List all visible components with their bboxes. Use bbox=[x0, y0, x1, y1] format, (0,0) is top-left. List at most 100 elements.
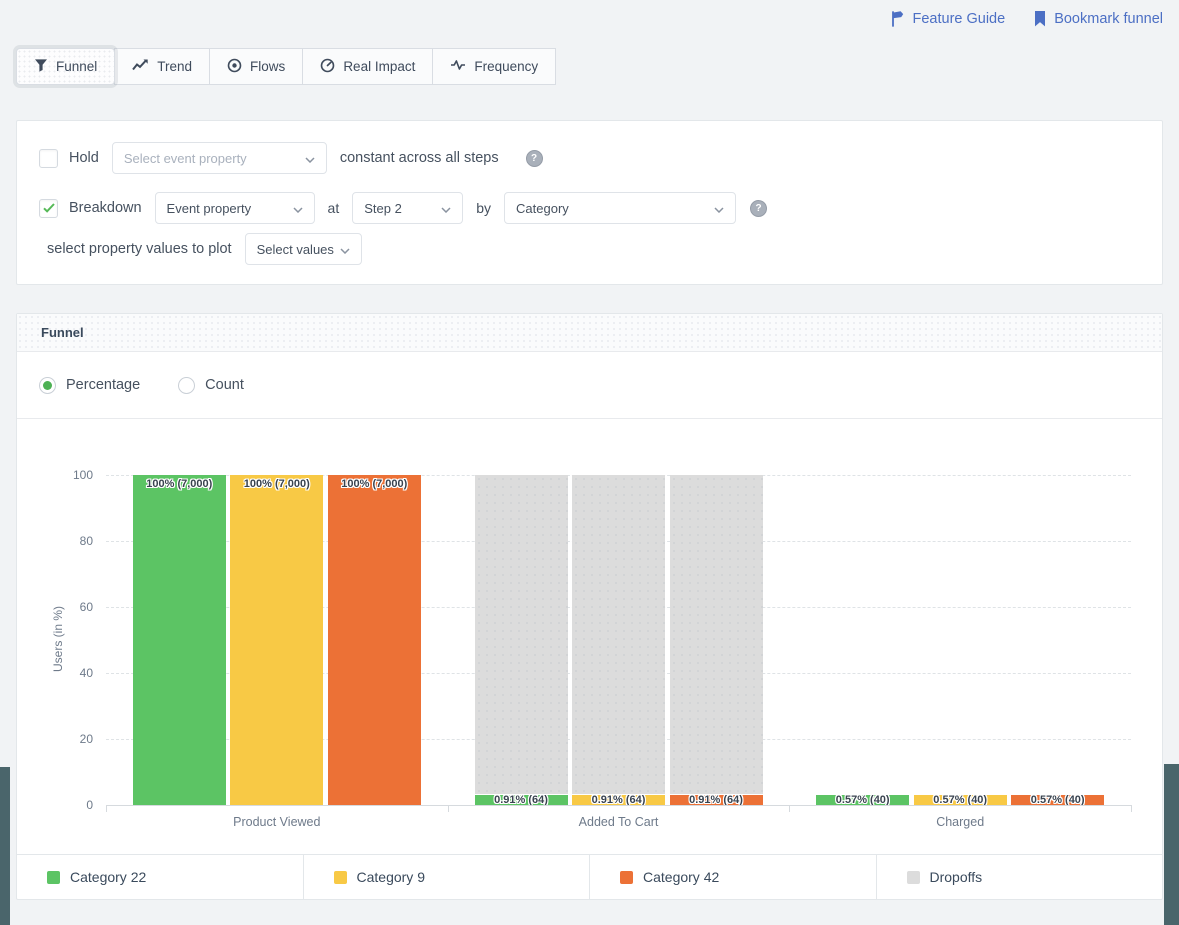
dropoff-bar[interactable] bbox=[475, 475, 568, 794]
legend-swatch bbox=[620, 871, 633, 884]
tab-label: Frequency bbox=[474, 59, 538, 74]
breakdown-step-value: Step 2 bbox=[364, 201, 402, 216]
percentage-radio-label: Percentage bbox=[66, 377, 140, 393]
pulse-icon bbox=[450, 58, 466, 75]
x-axis-label: Charged bbox=[840, 815, 1080, 829]
bar-category-22[interactable] bbox=[133, 475, 226, 805]
feature-guide-link[interactable]: Feature Guide bbox=[888, 10, 1005, 28]
x-axis-tick bbox=[448, 805, 449, 812]
legend-item-category-42[interactable]: Category 42 bbox=[590, 855, 877, 899]
select-values-label: select property values to plot bbox=[47, 241, 232, 257]
y-tick-label-40: 40 bbox=[51, 666, 93, 680]
breakdown-label: Breakdown bbox=[69, 200, 142, 216]
legend-label: Category 9 bbox=[357, 869, 425, 885]
bar-value-label: 100% (7,000) bbox=[133, 478, 226, 490]
chevron-down-icon bbox=[714, 201, 724, 216]
percentage-radio[interactable] bbox=[39, 377, 56, 394]
hold-checkbox[interactable] bbox=[39, 149, 58, 168]
bar-category-42[interactable] bbox=[328, 475, 421, 805]
chevron-down-icon bbox=[340, 242, 350, 257]
bar-category-9[interactable] bbox=[230, 475, 323, 805]
right-edge-strip bbox=[1164, 764, 1179, 925]
hold-property-placeholder: Select event property bbox=[124, 151, 247, 166]
panel-title: Funnel bbox=[17, 314, 1162, 352]
hold-row: Hold Select event property constant acro… bbox=[39, 142, 1162, 174]
dropoff-bar[interactable] bbox=[572, 475, 665, 794]
signpost-icon bbox=[888, 10, 905, 28]
trend-icon bbox=[132, 58, 149, 75]
display-mode-row: Percentage Count bbox=[17, 352, 1162, 419]
tab-label: Funnel bbox=[56, 59, 97, 74]
breakdown-property-dropdown[interactable]: Category bbox=[504, 192, 736, 224]
x-axis-line bbox=[106, 805, 1131, 806]
breakdown-type-value: Event property bbox=[167, 201, 252, 216]
tab-funnel[interactable]: Funnel bbox=[16, 48, 115, 85]
legend-label: Dropoffs bbox=[930, 869, 983, 885]
y-axis-title: Users (in %) bbox=[51, 579, 65, 699]
bookmark-funnel-label: Bookmark funnel bbox=[1054, 11, 1163, 27]
hold-property-dropdown[interactable]: Select event property bbox=[112, 142, 327, 174]
breakdown-help-icon[interactable]: ? bbox=[750, 200, 767, 217]
bar-value-label: 100% (7,000) bbox=[328, 478, 421, 490]
legend-swatch bbox=[47, 871, 60, 884]
funnel-icon bbox=[34, 58, 48, 75]
breakdown-by-label: by bbox=[476, 200, 491, 216]
gauge-icon bbox=[320, 58, 335, 76]
breakdown-step-dropdown[interactable]: Step 2 bbox=[352, 192, 463, 224]
breakdown-property-value: Category bbox=[516, 201, 569, 216]
breakdown-row: Breakdown Event property at Step 2 by Ca… bbox=[39, 192, 1162, 224]
hold-label: Hold bbox=[69, 150, 99, 166]
view-tabs: Funnel Trend Flows Real Impact Frequency bbox=[16, 48, 556, 85]
x-axis-tick bbox=[1131, 805, 1132, 812]
left-edge-strip bbox=[0, 767, 10, 925]
bookmark-funnel-link[interactable]: Bookmark funnel bbox=[1033, 10, 1163, 28]
select-values-value: Select values bbox=[257, 242, 334, 257]
chevron-down-icon bbox=[441, 201, 451, 216]
count-radio-option[interactable]: Count bbox=[178, 377, 244, 394]
tab-frequency[interactable]: Frequency bbox=[432, 48, 556, 85]
tab-trend[interactable]: Trend bbox=[114, 48, 210, 85]
legend-item-dropoffs[interactable]: Dropoffs bbox=[877, 855, 1163, 899]
bookmark-icon bbox=[1033, 10, 1047, 28]
x-axis-tick bbox=[789, 805, 790, 812]
legend-label: Category 22 bbox=[70, 869, 146, 885]
select-values-dropdown[interactable]: Select values bbox=[245, 233, 362, 265]
percentage-radio-option[interactable]: Percentage bbox=[39, 377, 140, 394]
feature-guide-label: Feature Guide bbox=[912, 11, 1005, 27]
legend-swatch bbox=[907, 871, 920, 884]
legend-swatch bbox=[334, 871, 347, 884]
header-links: Feature Guide Bookmark funnel bbox=[888, 10, 1163, 28]
y-tick-label-80: 80 bbox=[51, 534, 93, 548]
legend-item-category-9[interactable]: Category 9 bbox=[304, 855, 591, 899]
funnel-controls-panel: Hold Select event property constant acro… bbox=[16, 120, 1163, 285]
tab-flows[interactable]: Flows bbox=[209, 48, 303, 85]
y-tick-label-20: 20 bbox=[51, 732, 93, 746]
breakdown-at-label: at bbox=[328, 200, 340, 216]
hold-help-icon[interactable]: ? bbox=[526, 150, 543, 167]
tab-real-impact[interactable]: Real Impact bbox=[302, 48, 433, 85]
x-axis-label: Product Viewed bbox=[157, 815, 397, 829]
select-values-row: select property values to plot Select va… bbox=[47, 233, 1162, 265]
funnel-chart-panel: Funnel Percentage Count Users (in %) 0 20 4… bbox=[16, 313, 1163, 900]
count-radio[interactable] bbox=[178, 377, 195, 394]
legend-item-category-22[interactable]: Category 22 bbox=[17, 855, 304, 899]
breakdown-checkbox[interactable] bbox=[39, 199, 58, 218]
tab-label: Real Impact bbox=[343, 59, 415, 74]
dropoff-bar[interactable] bbox=[670, 475, 763, 794]
chart-legend: Category 22 Category 9 Category 42 Dropoffs bbox=[17, 854, 1162, 899]
y-tick-label-0: 0 bbox=[51, 798, 93, 812]
x-axis-tick bbox=[106, 805, 107, 812]
legend-label: Category 42 bbox=[643, 869, 719, 885]
bar-value-label: 100% (7,000) bbox=[230, 478, 323, 490]
flows-icon bbox=[227, 58, 242, 76]
breakdown-type-dropdown[interactable]: Event property bbox=[155, 192, 315, 224]
chevron-down-icon bbox=[293, 201, 303, 216]
x-axis-label: Added To Cart bbox=[499, 815, 739, 829]
hold-suffix-label: constant across all steps bbox=[340, 150, 499, 166]
tab-label: Flows bbox=[250, 59, 285, 74]
y-tick-label-100: 100 bbox=[51, 468, 93, 482]
funnel-bar-chart: Users (in %)020406080100100% (7,000)100%… bbox=[17, 419, 1162, 857]
tab-label: Trend bbox=[157, 59, 192, 74]
chevron-down-icon bbox=[305, 151, 315, 166]
count-radio-label: Count bbox=[205, 377, 244, 393]
